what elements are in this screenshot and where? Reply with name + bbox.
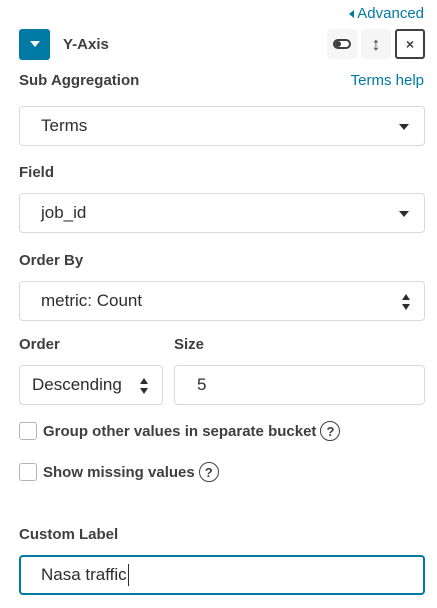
sub-aggregation-select[interactable]: Terms [19,106,425,146]
field-select[interactable]: job_id [19,193,425,233]
custom-label-value: Nasa traffic [41,565,127,584]
custom-label-heading: Custom Label [19,526,119,543]
disable-aggregation-button[interactable] [327,29,357,59]
order-label: Order [19,336,60,353]
order-by-select[interactable]: metric: Count [19,281,425,321]
order-select[interactable]: Descending [19,365,163,405]
field-value: job_id [41,203,87,222]
advanced-label: Advanced [357,5,424,22]
advanced-toggle-link[interactable]: Advanced [349,5,424,22]
chevron-down-icon [399,211,409,217]
sub-aggregation-value: Terms [41,116,88,135]
order-by-label: Order By [19,252,84,269]
help-icon[interactable]: ? [198,462,219,482]
order-by-value: metric: Count [41,291,143,310]
toggle-icon [333,39,351,49]
updown-arrows-icon [402,294,412,310]
chevron-down-icon [29,41,40,47]
size-label: Size [174,336,205,353]
help-icon[interactable]: ? [320,421,341,441]
chevron-down-icon [399,124,409,130]
updown-arrows-icon [140,378,150,394]
order-value: Descending [32,375,122,394]
show-missing-label: Show missing values [43,463,195,481]
group-other-label: Group other values in separate bucket [43,422,317,440]
group-other-checkbox[interactable] [19,422,37,440]
close-icon: × [405,36,415,52]
sub-aggregation-label: Sub Aggregation [19,72,140,89]
show-missing-checkbox-row[interactable]: Show missing values ? [19,462,219,482]
field-label: Field [19,164,55,181]
header-actions: ↕ × [327,29,425,59]
reorder-handle-button[interactable]: ↕ [361,29,391,59]
group-other-checkbox-row[interactable]: Group other values in separate bucket ? [19,421,341,441]
aggregation-title: Y-Axis [63,35,109,53]
remove-aggregation-button[interactable]: × [395,29,425,59]
y-axis-aggregation-panel: Advanced Y-Axis ↕ × Sub Aggregation Term… [0,0,437,608]
size-input[interactable]: 5 [174,365,425,405]
aggregation-header: Y-Axis ↕ × [19,28,425,60]
show-missing-checkbox[interactable] [19,463,37,481]
text-cursor [127,564,129,586]
custom-label-input[interactable]: Nasa traffic [19,555,425,595]
size-value: 5 [197,375,207,394]
collapse-toggle-button[interactable] [19,28,50,60]
caret-left-icon [349,9,355,18]
terms-help-link[interactable]: Terms help [351,72,424,89]
sort-arrows-icon: ↕ [371,34,381,54]
